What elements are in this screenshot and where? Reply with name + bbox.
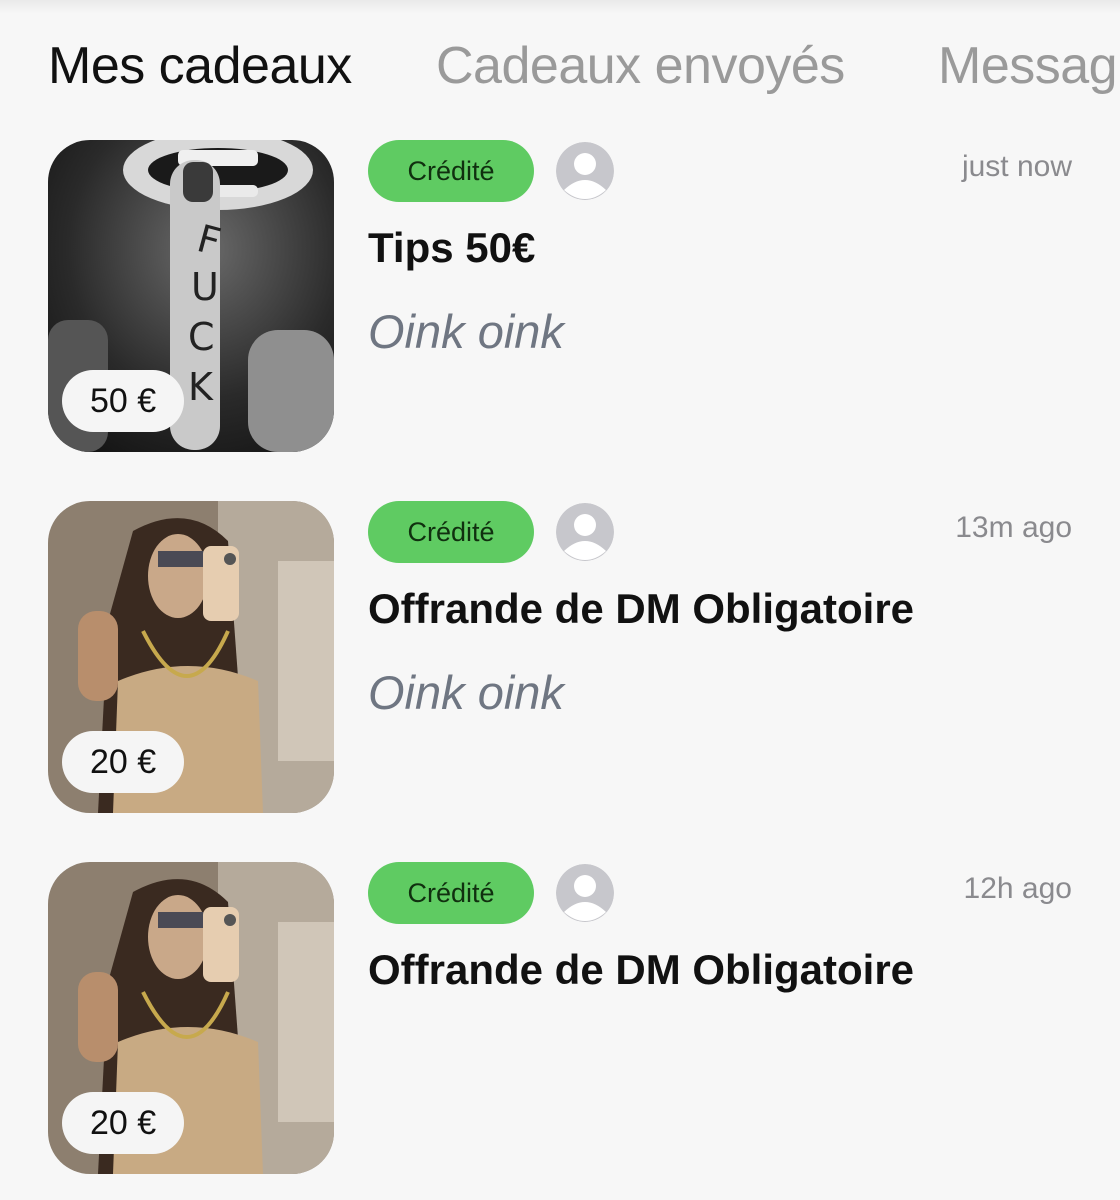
svg-text:K: K — [188, 365, 214, 409]
gift-timestamp: 12h ago — [963, 872, 1072, 905]
gift-title: Offrande de DM Obligatoire — [368, 585, 915, 632]
gift-list-item[interactable]: 20 € Crédité 12h ago Offrande de DM Obli… — [0, 862, 1120, 1174]
user-placeholder-icon[interactable] — [556, 503, 614, 561]
status-bar-edge — [0, 0, 1120, 14]
gift-price-badge: 50 € — [62, 370, 185, 432]
gift-timestamp: 13m ago — [955, 511, 1072, 544]
gift-list-item[interactable]: F U C K 50 € Crédité just now Tips 50€ O… — [0, 140, 1120, 452]
gift-price-badge: 20 € — [62, 731, 185, 793]
gift-message: Oink oink — [368, 666, 564, 719]
svg-text:U: U — [191, 265, 219, 309]
gift-price-badge: 20 € — [62, 1092, 185, 1154]
user-placeholder-icon[interactable] — [556, 142, 614, 200]
gift-thumbnail[interactable]: 20 € — [48, 501, 334, 813]
gift-thumbnail[interactable]: F U C K 50 € — [48, 140, 334, 452]
gift-title: Offrande de DM Obligatoire — [368, 946, 915, 993]
tab-cadeaux-envoyes[interactable]: Cadeaux envoyés — [436, 36, 845, 96]
tab-mes-cadeaux[interactable]: Mes cadeaux — [48, 36, 352, 96]
gift-title: Tips 50€ — [368, 224, 536, 271]
status-badge: Crédité — [368, 140, 534, 202]
svg-text:C: C — [188, 315, 215, 359]
tab-messages[interactable]: Messag — [938, 36, 1118, 96]
status-badge: Crédité — [368, 501, 534, 563]
gift-timestamp: just now — [961, 150, 1072, 183]
gift-message: Oink oink — [368, 305, 564, 358]
gift-thumbnail[interactable]: 20 € — [48, 862, 334, 1174]
tab-bar: Mes cadeaux Cadeaux envoyés Messag — [0, 28, 1120, 104]
user-placeholder-icon[interactable] — [556, 864, 614, 922]
gift-list-item[interactable]: 20 € Crédité 13m ago Offrande de DM Obli… — [0, 501, 1120, 813]
status-badge: Crédité — [368, 862, 534, 924]
